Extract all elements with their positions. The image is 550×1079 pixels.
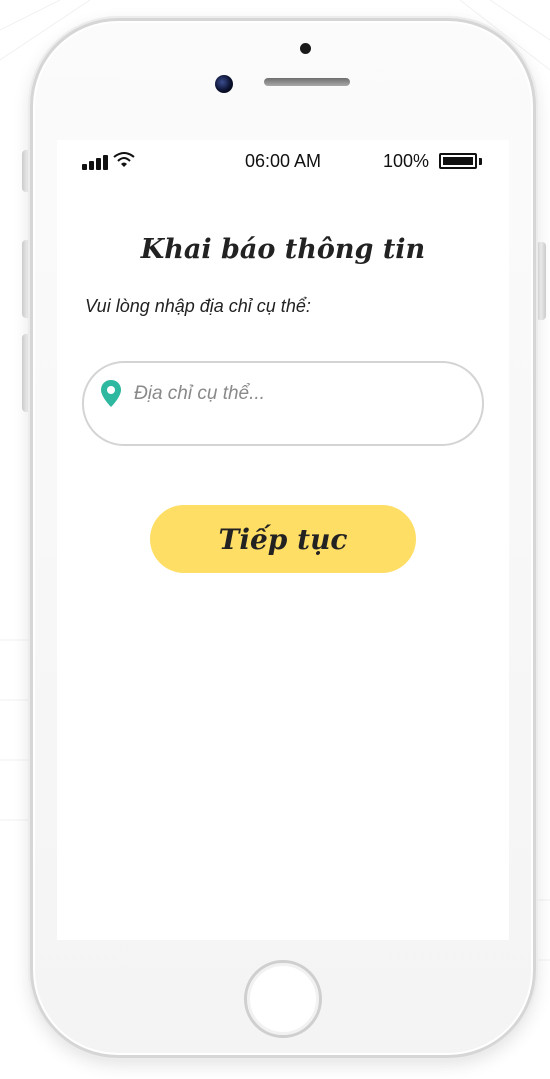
continue-button[interactable]: Tiếp tục <box>150 505 416 573</box>
status-bar: 06:00 AM 100% <box>57 140 509 184</box>
battery-percentage: 100% <box>383 151 430 171</box>
location-pin-icon <box>101 380 121 407</box>
address-input[interactable] <box>132 379 456 409</box>
battery-icon <box>439 153 477 169</box>
address-field-container[interactable] <box>82 361 484 446</box>
power-button <box>536 242 546 320</box>
phone-screen: 06:00 AM 100% Khai báo thông tin Vui lòn… <box>57 140 509 940</box>
front-camera <box>300 43 311 54</box>
earpiece-speaker <box>264 78 350 86</box>
battery-tip <box>479 158 482 165</box>
address-instruction: Vui lòng nhập địa chỉ cụ thể: <box>85 296 311 316</box>
battery-fill <box>443 157 473 165</box>
page-title: Khai báo thông tin <box>140 234 426 265</box>
home-button[interactable] <box>244 960 322 1038</box>
camera-lens <box>215 75 233 93</box>
